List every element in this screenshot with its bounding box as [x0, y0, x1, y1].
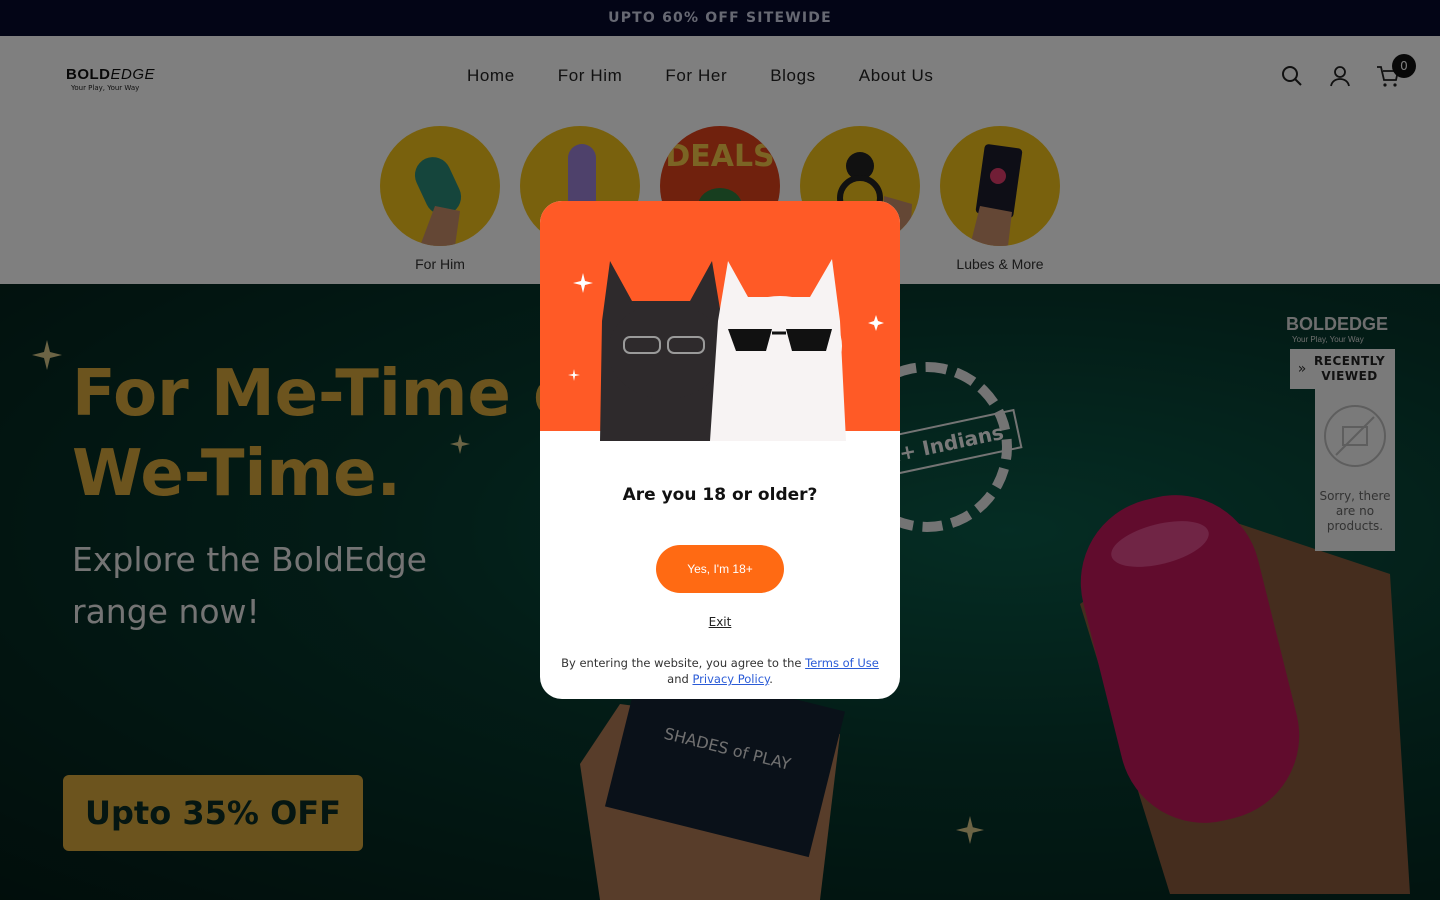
- cats-illustration: [540, 201, 900, 451]
- age-verification-modal: Are you 18 or older? Yes, I'm 18+ Exit B…: [540, 201, 900, 699]
- privacy-policy-link[interactable]: Privacy Policy: [692, 672, 769, 686]
- legal-notice: By entering the website, you agree to th…: [561, 656, 879, 686]
- exit-link[interactable]: Exit: [540, 615, 900, 629]
- age-question: Are you 18 or older?: [622, 485, 818, 505]
- terms-of-use-link[interactable]: Terms of Use: [805, 656, 879, 670]
- confirm-age-button[interactable]: Yes, I'm 18+: [656, 545, 784, 593]
